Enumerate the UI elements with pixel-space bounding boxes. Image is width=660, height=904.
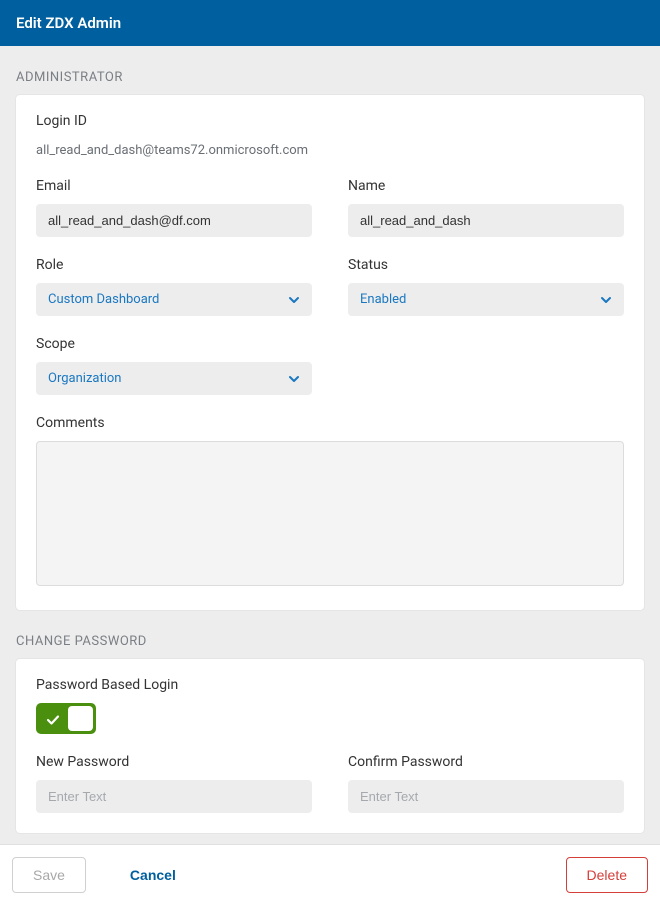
scope-select[interactable]: Organization bbox=[36, 362, 312, 395]
status-select[interactable]: Enabled bbox=[348, 283, 624, 316]
change-password-card: Password Based Login New Password Confir… bbox=[16, 659, 644, 833]
comments-label: Comments bbox=[36, 415, 624, 431]
login-id-label: Login ID bbox=[36, 113, 624, 129]
chevron-down-icon bbox=[288, 373, 300, 385]
password-login-toggle[interactable] bbox=[36, 703, 96, 734]
status-label: Status bbox=[348, 257, 624, 273]
confirm-password-field[interactable] bbox=[348, 780, 624, 813]
chevron-down-icon bbox=[288, 294, 300, 306]
toggle-knob bbox=[68, 706, 93, 731]
role-select[interactable]: Custom Dashboard bbox=[36, 283, 312, 316]
delete-button[interactable]: Delete bbox=[566, 857, 648, 893]
login-id-value: all_read_and_dash@teams72.onmicrosoft.co… bbox=[36, 143, 624, 158]
email-label: Email bbox=[36, 178, 312, 194]
footer-bar: Save Cancel Delete bbox=[0, 844, 660, 904]
page-header: Edit ZDX Admin bbox=[0, 0, 660, 46]
content-area: ADMINISTRATOR Login ID all_read_and_dash… bbox=[0, 70, 660, 833]
page-title: Edit ZDX Admin bbox=[16, 14, 121, 32]
comments-field[interactable] bbox=[36, 441, 624, 586]
status-value: Enabled bbox=[360, 292, 406, 307]
name-label: Name bbox=[348, 178, 624, 194]
role-label: Role bbox=[36, 257, 312, 273]
section-label-change-password: CHANGE PASSWORD bbox=[16, 634, 644, 649]
new-password-field[interactable] bbox=[36, 780, 312, 813]
chevron-down-icon bbox=[600, 294, 612, 306]
scope-label: Scope bbox=[36, 336, 312, 352]
email-field[interactable] bbox=[36, 204, 312, 237]
cancel-button[interactable]: Cancel bbox=[110, 858, 196, 892]
scope-value: Organization bbox=[48, 371, 121, 386]
section-label-administrator: ADMINISTRATOR bbox=[16, 70, 644, 85]
confirm-password-label: Confirm Password bbox=[348, 754, 624, 770]
check-icon bbox=[46, 712, 60, 726]
password-login-toggle-label: Password Based Login bbox=[36, 677, 624, 693]
name-field[interactable] bbox=[348, 204, 624, 237]
new-password-label: New Password bbox=[36, 754, 312, 770]
administrator-card: Login ID all_read_and_dash@teams72.onmic… bbox=[16, 95, 644, 610]
role-value: Custom Dashboard bbox=[48, 292, 159, 307]
save-button[interactable]: Save bbox=[12, 857, 86, 893]
